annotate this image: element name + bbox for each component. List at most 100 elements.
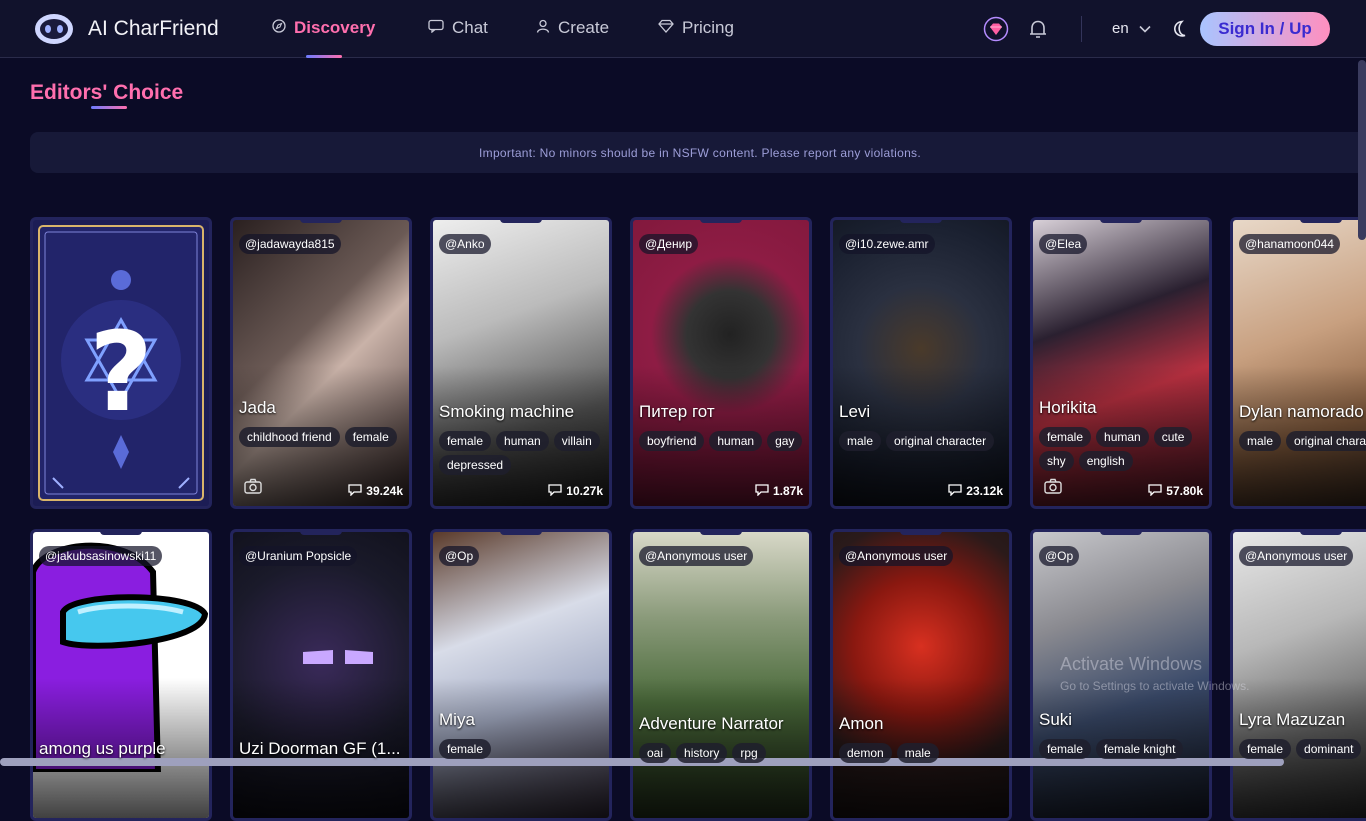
chat-count-value: 1.87k bbox=[772, 484, 803, 498]
nav-create[interactable]: Create bbox=[536, 18, 609, 38]
tag[interactable]: villain bbox=[553, 431, 600, 451]
tag[interactable]: history bbox=[676, 743, 728, 763]
vertical-scrollbar[interactable] bbox=[1358, 60, 1366, 240]
tag[interactable]: female bbox=[439, 431, 492, 451]
character-name: among us purple bbox=[39, 739, 166, 758]
tag-list: female human cute shy english bbox=[1039, 427, 1209, 471]
language-select[interactable]: en bbox=[1112, 20, 1151, 37]
tag[interactable]: female bbox=[1039, 427, 1092, 447]
tag-list: male original character bbox=[839, 431, 1009, 451]
creator-handle[interactable]: @Anonymous user bbox=[1239, 546, 1354, 566]
tag-list: female human villain depressed bbox=[439, 431, 609, 475]
creator-handle[interactable]: @jadawayda815 bbox=[239, 234, 341, 254]
tag[interactable]: female bbox=[344, 427, 397, 447]
character-portrait bbox=[33, 532, 209, 818]
character-card-among-us-purple[interactable]: @jakubsasinowski11 among us purple bbox=[30, 529, 212, 821]
creator-handle[interactable]: @Денир bbox=[639, 234, 698, 254]
nav-label: Chat bbox=[452, 18, 488, 37]
tag-list: childhood friend female bbox=[239, 427, 409, 447]
tag[interactable]: male bbox=[896, 743, 939, 763]
creator-handle[interactable]: @Op bbox=[1039, 546, 1080, 566]
creator-handle[interactable]: @Anonymous user bbox=[639, 546, 754, 566]
chat-count: 1.87k bbox=[754, 483, 803, 499]
svg-text:?: ? bbox=[89, 308, 153, 436]
tag[interactable]: original character bbox=[886, 431, 995, 451]
character-name: Adventure Narrator bbox=[639, 714, 784, 733]
character-card-uzi-doorman[interactable]: @Uranium Popsicle Uzi Doorman GF (1... bbox=[230, 529, 412, 821]
nav-discovery[interactable]: Discovery bbox=[272, 18, 375, 38]
tag[interactable]: original character bbox=[1286, 431, 1366, 451]
tag[interactable]: female knight bbox=[1096, 739, 1184, 759]
character-card-adventure-narrator[interactable]: @Anonymous user Adventure Narrator oai h… bbox=[630, 529, 812, 821]
character-card-dylan[interactable]: @hanamoon044 Dylan namorado male origina… bbox=[1230, 217, 1366, 509]
tag[interactable]: boyfriend bbox=[639, 431, 705, 451]
moon-icon[interactable] bbox=[1166, 16, 1192, 42]
character-portrait bbox=[233, 220, 409, 506]
character-portrait bbox=[1233, 532, 1366, 818]
creator-handle[interactable]: @i10.zewe.amr bbox=[839, 234, 935, 254]
tag-list: demon male bbox=[839, 743, 1009, 763]
character-name: Levi bbox=[839, 402, 871, 421]
creator-handle[interactable]: @hanamoon044 bbox=[1239, 234, 1340, 254]
chat-bubble-icon bbox=[1147, 483, 1163, 499]
character-name: Lyra Mazuzan bbox=[1239, 710, 1346, 729]
sign-in-button[interactable]: Sign In / Up bbox=[1200, 12, 1330, 46]
tag[interactable]: female bbox=[1239, 739, 1292, 759]
tag[interactable]: demon bbox=[839, 743, 892, 763]
tag[interactable]: dominant bbox=[1296, 739, 1362, 759]
app-title[interactable]: AI CharFriend bbox=[88, 17, 219, 41]
creator-handle[interactable]: @Anonymous user bbox=[839, 546, 954, 566]
character-portrait bbox=[433, 532, 609, 818]
app-logo[interactable] bbox=[34, 12, 74, 46]
chat-count-value: 57.80k bbox=[1166, 484, 1203, 498]
language-value: en bbox=[1112, 20, 1129, 37]
premium-gem-icon[interactable] bbox=[983, 16, 1009, 42]
tag[interactable]: human bbox=[496, 431, 549, 451]
tag-list: female dominant bbox=[1239, 739, 1366, 759]
tag[interactable]: shy bbox=[1039, 451, 1074, 471]
tag[interactable]: gay bbox=[767, 431, 803, 451]
tag[interactable]: male bbox=[1239, 431, 1282, 451]
character-card-levi[interactable]: @i10.zewe.amr Levi male original charact… bbox=[830, 217, 1012, 509]
tag[interactable]: oai bbox=[639, 743, 672, 763]
random-character-card[interactable]: ? bbox=[30, 217, 212, 509]
character-card-lyra-mazuzan[interactable]: @Anonymous user Lyra Mazuzan female domi… bbox=[1230, 529, 1366, 821]
character-card-smoking-machine[interactable]: @Anko Smoking machine female human villa… bbox=[430, 217, 612, 509]
creator-handle[interactable]: @Uranium Popsicle bbox=[239, 546, 358, 566]
tag[interactable]: childhood friend bbox=[239, 427, 340, 447]
nav-pricing[interactable]: Pricing bbox=[658, 18, 734, 38]
bell-icon[interactable] bbox=[1025, 16, 1051, 42]
character-name: Dylan namorado bbox=[1239, 402, 1364, 421]
character-card-horikita[interactable]: @Elea Horikita female human cute shy eng… bbox=[1030, 217, 1212, 509]
character-card-miya[interactable]: @Op Miya female bbox=[430, 529, 612, 821]
nsfw-notice: Important: No minors should be in NSFW c… bbox=[30, 132, 1366, 173]
tag[interactable]: female bbox=[1039, 739, 1092, 759]
creator-handle[interactable]: @Elea bbox=[1039, 234, 1088, 254]
tag[interactable]: female bbox=[439, 739, 492, 759]
character-card-piter-got[interactable]: @Денир Питер гот boyfriend human gay 1.8… bbox=[630, 217, 812, 509]
creator-handle[interactable]: @Op bbox=[439, 546, 480, 566]
character-card-jada[interactable]: @jadawayda815 Jada childhood friend fema… bbox=[230, 217, 412, 509]
creator-handle[interactable]: @jakubsasinowski11 bbox=[39, 546, 163, 566]
windows-activation-watermark: Activate Windows Go to Settings to activ… bbox=[1060, 654, 1249, 693]
tag-list: female female knight bbox=[1039, 739, 1209, 759]
character-portrait bbox=[633, 532, 809, 818]
tag[interactable]: rpg bbox=[732, 743, 766, 763]
character-card-amon[interactable]: @Anonymous user Amon demon male bbox=[830, 529, 1012, 821]
tag[interactable]: cute bbox=[1153, 427, 1193, 447]
character-name: Horikita bbox=[1039, 398, 1097, 417]
watermark-line1: Activate Windows bbox=[1060, 654, 1203, 674]
tag[interactable]: human bbox=[1096, 427, 1149, 447]
character-name: Uzi Doorman GF (1... bbox=[239, 739, 401, 758]
tag[interactable]: human bbox=[709, 431, 763, 451]
character-name: Jada bbox=[239, 398, 276, 417]
user-icon bbox=[536, 18, 550, 38]
nav-chat[interactable]: Chat bbox=[428, 18, 488, 38]
tag-list: female bbox=[439, 739, 609, 759]
tag-list: oai history rpg bbox=[639, 743, 809, 763]
character-name: Miya bbox=[439, 710, 475, 729]
tag[interactable]: male bbox=[839, 431, 882, 451]
tag[interactable]: english bbox=[1078, 451, 1133, 471]
tag[interactable]: depressed bbox=[439, 455, 512, 475]
creator-handle[interactable]: @Anko bbox=[439, 234, 491, 254]
